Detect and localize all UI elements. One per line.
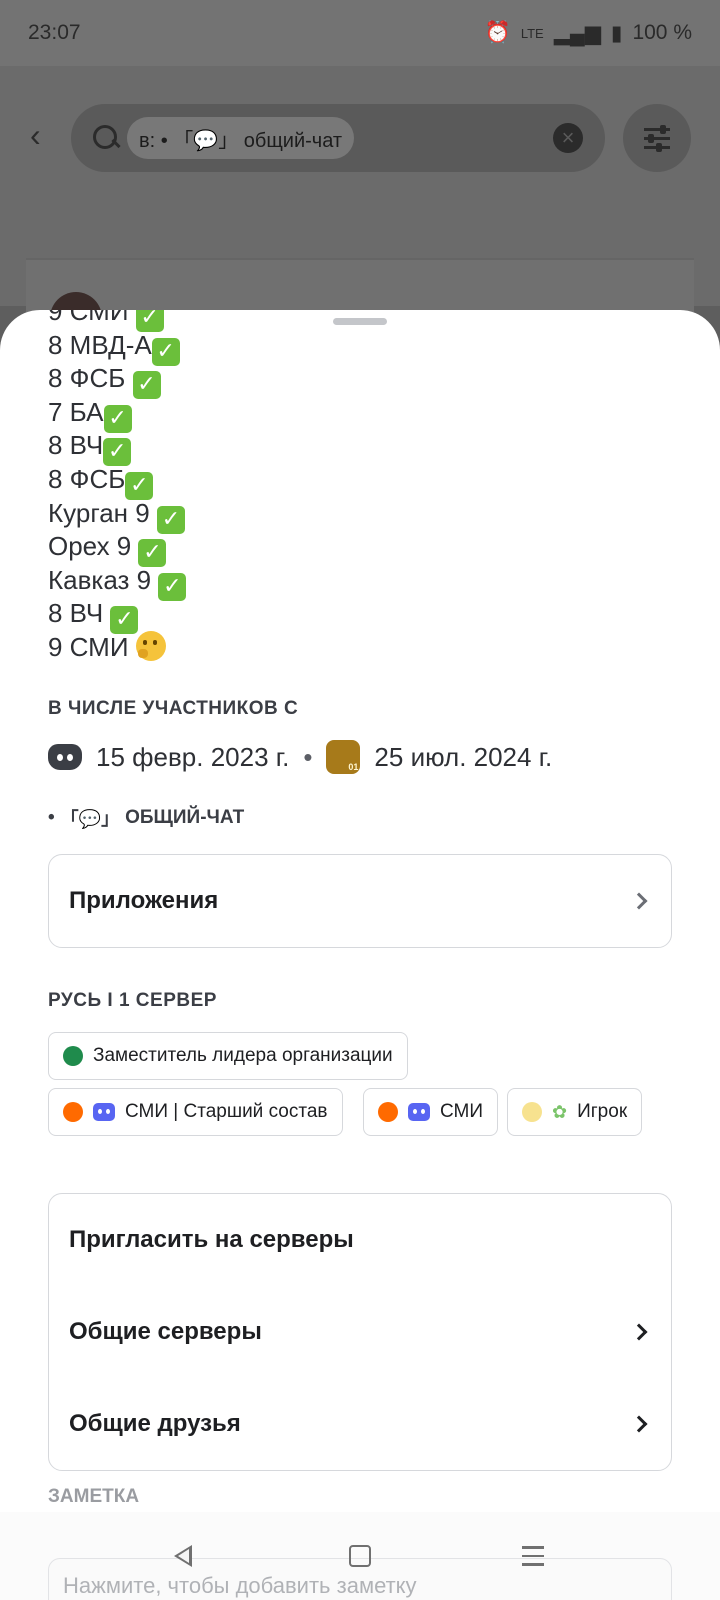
chevron-right-icon bbox=[630, 892, 648, 910]
role-label: Игрок bbox=[577, 1101, 628, 1122]
search-chip-label: в: • 「💬」 общий-чат bbox=[139, 129, 343, 152]
chevron-right-icon bbox=[630, 1323, 648, 1341]
discord-join-date: 15 февр. 2023 г. bbox=[96, 741, 290, 772]
profile-bottom-sheet: 9 СМИ ✓ 8 МВД-А ✓ 8 ФСБ ✓ 7 БА ✓ 8 ВЧ ✓ 8 ФСБ ✓ Ку… bbox=[0, 310, 720, 1600]
profile-bio: 9 СМИ ✓ 8 МВД-А ✓ 8 ФСБ ✓ 7 БА ✓ 8 ВЧ ✓ 8 ФСБ ✓ Ку… bbox=[48, 310, 668, 665]
server-icon: 01 bbox=[326, 740, 361, 774]
nav-recents-icon[interactable] bbox=[522, 1546, 544, 1572]
role-color-dot bbox=[63, 1102, 83, 1122]
role-color-dot bbox=[63, 1046, 83, 1066]
bio-line: 8 ФСБ ✓ bbox=[48, 362, 668, 400]
bio-line: 9 СМИ bbox=[48, 630, 668, 665]
server-roles-title: РУСЬ I 1 СЕРВЕР bbox=[48, 990, 217, 1011]
mutual-servers-label: Общие серверы bbox=[69, 1318, 262, 1345]
bio-line: Кавказ 9 ✓ bbox=[48, 564, 668, 601]
note-title: ЗАМЕТКА bbox=[48, 1486, 140, 1507]
bio-line-text: 8 ФСБ bbox=[48, 463, 126, 494]
check-mark-icon: ✓ bbox=[132, 371, 161, 400]
apps-card[interactable]: Приложения bbox=[48, 854, 672, 948]
check-mark-icon: ✓ bbox=[125, 471, 154, 500]
signal-icon: ▂▄▆ bbox=[553, 21, 601, 45]
search-icon bbox=[91, 123, 121, 153]
bio-line-text: Кавказ 9 bbox=[48, 564, 159, 595]
bio-line: 8 ФСБ ✓ bbox=[48, 463, 668, 500]
invite-to-servers-row[interactable]: Пригласить на серверы bbox=[49, 1194, 671, 1286]
actions-card: Пригласить на серверы Общие серверы Общи… bbox=[48, 1193, 672, 1471]
member-since-title: В ЧИСЛЕ УЧАСТНИКОВ С bbox=[48, 698, 299, 719]
thinking-face-icon bbox=[135, 630, 166, 661]
bio-line-text: 8 МВД-А bbox=[48, 329, 152, 360]
bio-line: 8 МВД-А ✓ bbox=[48, 329, 668, 366]
channel-bullet: • bbox=[48, 807, 55, 828]
status-bar: 23:07 ⏰ LTE ▂▄▆ ▮ 100 % bbox=[0, 0, 720, 66]
battery-level: 100 % bbox=[632, 21, 692, 44]
bio-line-text: 8 ВЧ bbox=[48, 430, 104, 461]
role-label: СМИ | Старший состав bbox=[125, 1101, 328, 1122]
invite-label: Пригласить на серверы bbox=[69, 1226, 354, 1253]
back-arrow-icon[interactable]: ‹ bbox=[30, 119, 56, 151]
bio-line-text: 9 СМИ bbox=[48, 631, 136, 662]
bio-line: 8 ВЧ ✓ bbox=[48, 429, 668, 467]
star-icon: ✿ bbox=[552, 1101, 568, 1123]
role-label: СМИ bbox=[440, 1101, 483, 1122]
filter-button[interactable] bbox=[623, 104, 691, 172]
nav-home-icon[interactable] bbox=[349, 1545, 371, 1567]
bio-line-text: Орех 9 bbox=[48, 531, 139, 562]
nav-back-icon[interactable] bbox=[174, 1545, 192, 1567]
date-separator: • bbox=[303, 741, 313, 772]
bio-line-text: 9 СМИ bbox=[48, 310, 136, 326]
search-filter-chip[interactable]: в: • 「💬」 общий-чат bbox=[127, 117, 355, 159]
network-indicator: LTE bbox=[520, 25, 544, 41]
apps-label: Приложения bbox=[69, 887, 219, 914]
channel-label: • 「💬」 ОБЩИЙ-ЧАТ bbox=[48, 805, 244, 831]
bio-line-text: 7 БА bbox=[48, 396, 104, 427]
mutual-friends-label: Общие друзья bbox=[69, 1410, 241, 1437]
status-time: 23:07 bbox=[28, 21, 81, 44]
bio-line: Курган 9 ✓ bbox=[48, 497, 668, 534]
bot-icon bbox=[408, 1103, 430, 1121]
role-chip[interactable]: СМИ | Старший состав bbox=[48, 1088, 343, 1136]
role-color-dot bbox=[522, 1102, 542, 1122]
bot-icon bbox=[93, 1103, 115, 1121]
alarm-icon: ⏰ bbox=[484, 21, 511, 44]
discord-logo-icon bbox=[48, 744, 82, 770]
role-chip[interactable]: СМИ bbox=[363, 1088, 498, 1136]
chevron-right-icon bbox=[630, 1415, 648, 1433]
role-color-dot bbox=[378, 1102, 398, 1122]
filter-icon bbox=[644, 124, 670, 134]
background-message-card bbox=[26, 258, 694, 318]
server-join-date: 25 июл. 2024 г. bbox=[374, 741, 553, 772]
member-since-row: 15 февр. 2023 г. • 01 25 июл. 2024 г. bbox=[48, 740, 552, 774]
battery-icon: ▮ bbox=[610, 21, 623, 45]
bio-line-text: Курган 9 bbox=[48, 497, 157, 528]
channel-emoji: 「💬」 bbox=[60, 809, 120, 830]
role-chip[interactable]: ✿ Игрок bbox=[507, 1088, 643, 1136]
check-mark-icon: ✓ bbox=[138, 539, 167, 568]
bio-line: 8 ВЧ ✓ bbox=[48, 597, 668, 635]
role-label: Заместитель лидера организации bbox=[93, 1045, 393, 1066]
server-badge-text: 01 bbox=[348, 762, 359, 772]
mutual-friends-row[interactable]: Общие друзья bbox=[49, 1378, 671, 1470]
bio-line-text: 8 ФСБ bbox=[48, 363, 133, 394]
bio-line: 9 СМИ ✓ bbox=[48, 310, 668, 332]
bio-line: Орех 9 ✓ bbox=[48, 530, 668, 568]
bio-line-text: 8 ВЧ bbox=[48, 598, 111, 629]
clear-search-icon[interactable]: × bbox=[553, 123, 583, 153]
bio-line: 7 БА ✓ bbox=[48, 396, 668, 433]
search-bar[interactable]: в: • 「💬」 общий-чат × bbox=[71, 104, 605, 172]
check-mark-icon: ✓ bbox=[158, 572, 187, 601]
role-chip[interactable]: Заместитель лидера организации bbox=[48, 1032, 408, 1080]
mutual-servers-row[interactable]: Общие серверы bbox=[49, 1286, 671, 1378]
status-icons: ⏰ LTE ▂▄▆ ▮ 100 % bbox=[485, 21, 692, 46]
apps-row[interactable]: Приложения bbox=[49, 855, 671, 947]
channel-name: ОБЩИЙ-ЧАТ bbox=[125, 807, 245, 828]
